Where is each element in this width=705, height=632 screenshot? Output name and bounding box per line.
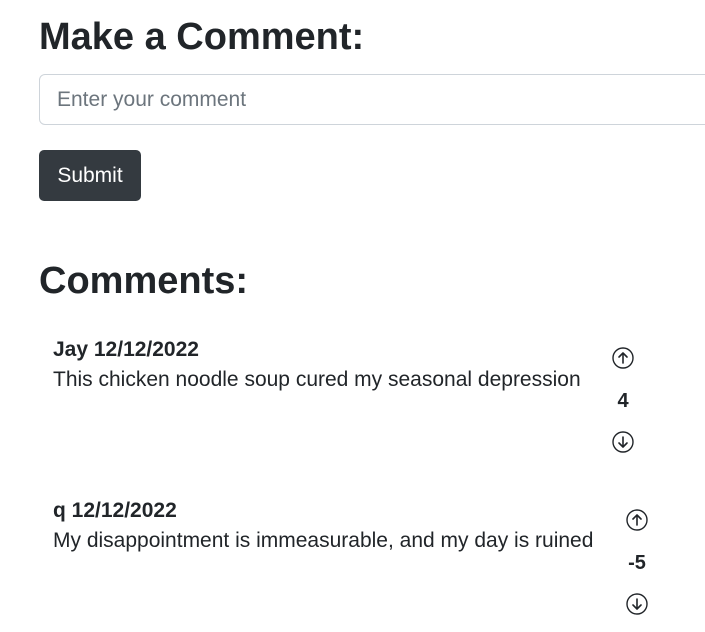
page: Make a Comment: Submit Comments: Jay 12/… [0, 0, 705, 632]
upvote-button[interactable] [612, 347, 634, 369]
vote-count: 4 [617, 390, 629, 412]
downvote-button[interactable] [626, 593, 648, 615]
arrow-down-circle-icon [626, 593, 648, 615]
arrow-down-circle-icon [612, 431, 634, 453]
comment-item: Jay 12/12/2022 This chicken noodle soup … [53, 339, 581, 390]
comment-text: This chicken noodle soup cured my season… [53, 368, 581, 391]
make-comment-title: Make a Comment: [39, 16, 365, 58]
comment-input[interactable] [39, 74, 705, 125]
vote-count: -5 [628, 552, 646, 574]
comment-header: Jay 12/12/2022 [53, 338, 199, 361]
comment-header: q 12/12/2022 [53, 499, 177, 522]
submit-button[interactable]: Submit [39, 150, 141, 201]
comment-item: q 12/12/2022 My disappointment is immeas… [53, 500, 593, 551]
arrow-up-circle-icon [626, 509, 648, 531]
comments-title: Comments: [39, 260, 249, 302]
arrow-up-circle-icon [612, 347, 634, 369]
comment-text: My disappointment is immeasurable, and m… [53, 529, 594, 552]
upvote-button[interactable] [626, 509, 648, 531]
downvote-button[interactable] [612, 431, 634, 453]
